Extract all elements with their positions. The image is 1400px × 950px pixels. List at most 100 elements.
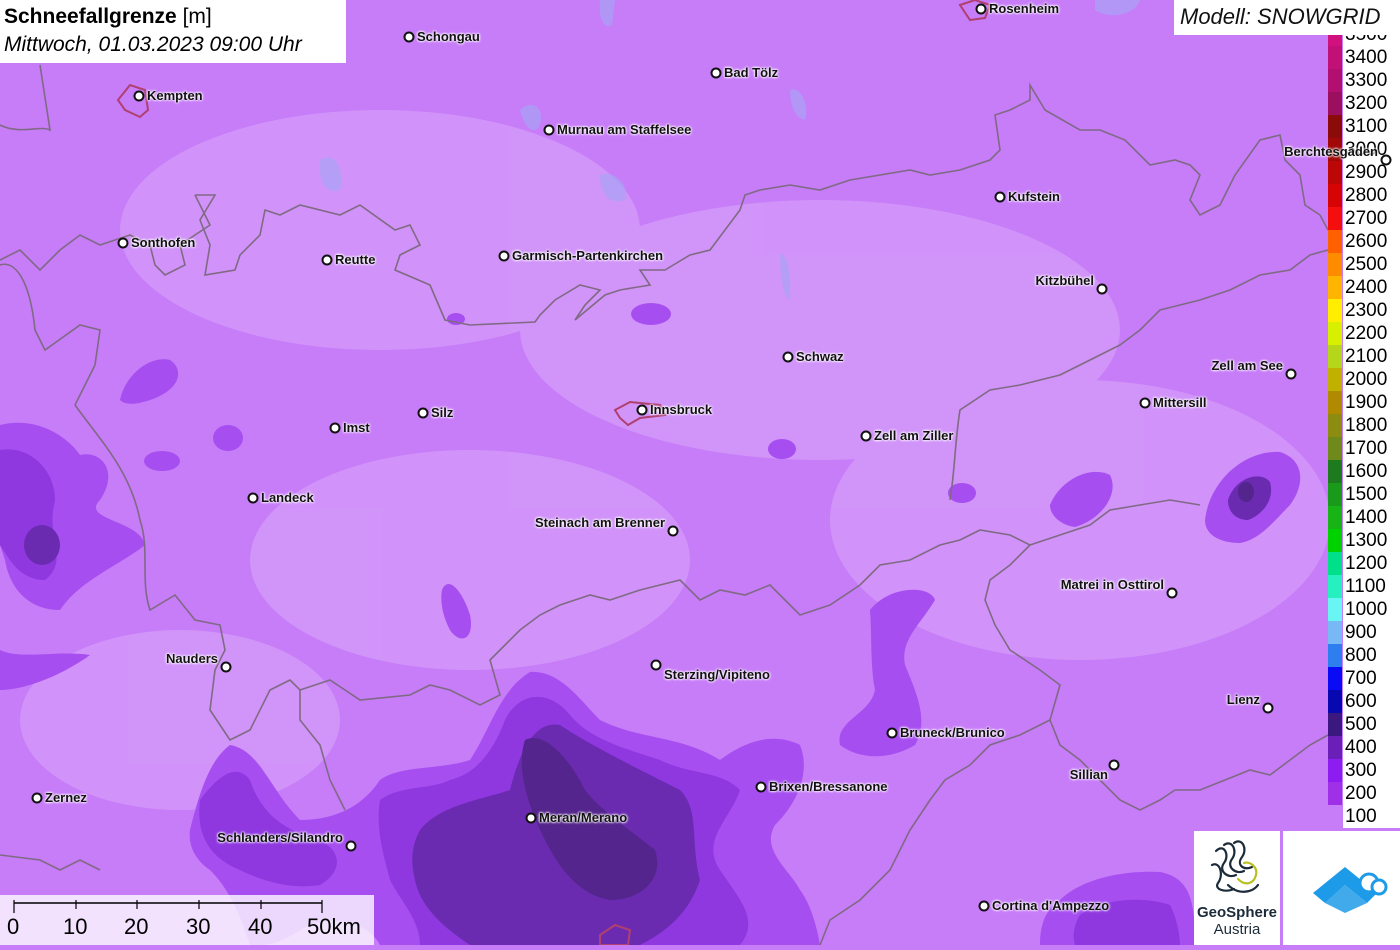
city-label[interactable]: Reutte: [335, 252, 375, 267]
legend-label: 2800: [1343, 184, 1400, 207]
legend-label: 1600: [1343, 460, 1400, 483]
city-marker-icon[interactable]: [1139, 397, 1151, 409]
city-label[interactable]: Bad Tölz: [724, 65, 778, 80]
city-marker-icon[interactable]: [220, 661, 232, 673]
city-label[interactable]: Schwaz: [796, 349, 844, 364]
legend-swatch: [1328, 391, 1342, 414]
city-marker-icon[interactable]: [345, 840, 357, 852]
city-label[interactable]: Sonthofen: [131, 235, 195, 250]
city-label[interactable]: Brixen/Bressanone: [769, 779, 888, 794]
legend-row-2800: 2800: [1328, 184, 1400, 207]
city-label[interactable]: Schlanders/Silandro: [217, 830, 343, 845]
city-marker-icon[interactable]: [247, 492, 259, 504]
city-label[interactable]: Mittersill: [1153, 395, 1206, 410]
city-marker-icon[interactable]: [498, 250, 510, 262]
city-marker-icon[interactable]: [1096, 283, 1108, 295]
legend-swatch: [1328, 184, 1342, 207]
city-label[interactable]: Cortina d'Ampezzo: [992, 898, 1109, 913]
legend-swatch: [1328, 552, 1342, 575]
city-marker-icon[interactable]: [1380, 154, 1392, 166]
legend-swatch: [1328, 713, 1342, 736]
snowgrid-logo[interactable]: [1283, 831, 1400, 945]
city-label[interactable]: Landeck: [261, 490, 314, 505]
legend-row-3200: 3200: [1328, 92, 1400, 115]
city-marker-icon[interactable]: [886, 727, 898, 739]
legend-row-1100: 1100: [1328, 575, 1400, 598]
snowfall-map[interactable]: [0, 0, 1400, 945]
city-label[interactable]: Zernez: [45, 790, 87, 805]
city-label[interactable]: Murnau am Staffelsee: [557, 122, 691, 137]
city-marker-icon[interactable]: [1262, 702, 1274, 714]
legend-row-2600: 2600: [1328, 230, 1400, 253]
city-marker-icon[interactable]: [1108, 759, 1120, 771]
city-marker-icon[interactable]: [636, 404, 648, 416]
city-marker-icon[interactable]: [978, 900, 990, 912]
legend-swatch: [1328, 46, 1342, 69]
legend-label: 1900: [1343, 391, 1400, 414]
legend-swatch: [1328, 345, 1342, 368]
legend-label: 700: [1343, 667, 1400, 690]
legend-row-3300: 3300: [1328, 69, 1400, 92]
legend-swatch: [1328, 322, 1342, 345]
city-label[interactable]: Sterzing/Vipiteno: [664, 667, 770, 682]
city-marker-icon[interactable]: [1166, 587, 1178, 599]
model-label: Modell: SNOWGRID: [1174, 0, 1400, 35]
legend-swatch: [1328, 667, 1342, 690]
city-label[interactable]: Bruneck/Brunico: [900, 725, 1005, 740]
city-marker-icon[interactable]: [417, 407, 429, 419]
legend-label: 2300: [1343, 299, 1400, 322]
city-label[interactable]: Matrei in Osttirol: [1061, 577, 1164, 592]
zone-east-center: [1238, 482, 1254, 502]
city-marker-icon[interactable]: [543, 124, 555, 136]
city-marker-icon[interactable]: [525, 812, 537, 824]
city-label[interactable]: Zell am Ziller: [874, 428, 953, 443]
city-label[interactable]: Kufstein: [1008, 189, 1060, 204]
city-marker-icon[interactable]: [782, 351, 794, 363]
legend-label: 500: [1343, 713, 1400, 736]
city-marker-icon[interactable]: [117, 237, 129, 249]
city-marker-icon[interactable]: [133, 90, 145, 102]
city-marker-icon[interactable]: [650, 659, 662, 671]
legend-swatch: [1328, 69, 1342, 92]
legend-row-2700: 2700: [1328, 207, 1400, 230]
city-label[interactable]: Garmisch-Partenkirchen: [512, 248, 663, 263]
city-marker-icon[interactable]: [994, 191, 1006, 203]
city-label[interactable]: Sillian: [1070, 767, 1108, 782]
city-label[interactable]: Steinach am Brenner: [535, 515, 665, 530]
city-label[interactable]: Lienz: [1227, 692, 1260, 707]
legend-label: 100: [1343, 805, 1400, 828]
city-label[interactable]: Nauders: [166, 651, 218, 666]
city-marker-icon[interactable]: [755, 781, 767, 793]
legend-label: 3500: [1343, 35, 1400, 46]
city-marker-icon[interactable]: [667, 525, 679, 537]
legend-row-1300: 1300: [1328, 529, 1400, 552]
legend-label: 800: [1343, 644, 1400, 667]
city-label[interactable]: Imst: [343, 420, 370, 435]
city-marker-icon[interactable]: [321, 254, 333, 266]
legend-label: 2900: [1343, 161, 1400, 184]
city-label[interactable]: Schongau: [417, 29, 480, 44]
legend-row-2400: 2400: [1328, 276, 1400, 299]
legend-label: 1500: [1343, 483, 1400, 506]
city-marker-icon[interactable]: [1285, 368, 1297, 380]
legend-label: 400: [1343, 736, 1400, 759]
legend-swatch: [1328, 575, 1342, 598]
city-label[interactable]: Silz: [431, 405, 453, 420]
geosphere-logo[interactable]: GeoSphere Austria: [1194, 831, 1280, 945]
city-marker-icon[interactable]: [329, 422, 341, 434]
city-label[interactable]: Kempten: [147, 88, 203, 103]
legend-row-1800: 1800: [1328, 414, 1400, 437]
city-label[interactable]: Meran/Merano: [539, 810, 627, 825]
city-label[interactable]: Berchtesgaden: [1284, 144, 1378, 159]
city-marker-icon[interactable]: [710, 67, 722, 79]
city-marker-icon[interactable]: [403, 31, 415, 43]
city-label[interactable]: Rosenheim: [989, 1, 1059, 16]
city-label[interactable]: Innsbruck: [650, 402, 712, 417]
city-label[interactable]: Kitzbühel: [1036, 273, 1095, 288]
city-marker-icon[interactable]: [31, 792, 43, 804]
legend-label: 1100: [1343, 575, 1400, 598]
city-marker-icon[interactable]: [975, 3, 987, 15]
scale-tick-20: 20: [124, 914, 149, 939]
city-marker-icon[interactable]: [860, 430, 872, 442]
city-label[interactable]: Zell am See: [1211, 358, 1283, 373]
